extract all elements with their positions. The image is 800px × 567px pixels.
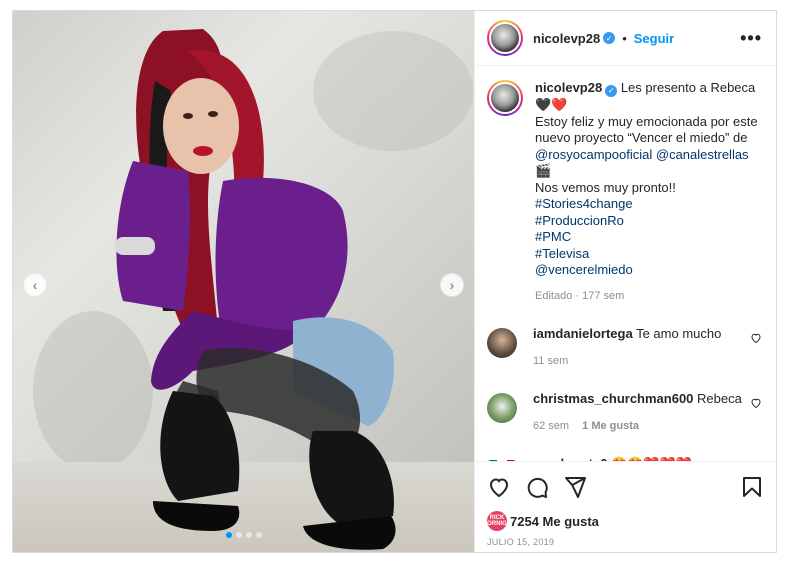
- mention-link[interactable]: @vencerelmiedo: [535, 262, 762, 279]
- comment: renehuerta0 😍😍❤️❤️❤️ hermosa: [487, 456, 762, 461]
- comment: christmas_churchman600 Rebeca 62 sem 1 M…: [487, 391, 762, 434]
- caption-text1: Estoy feliz y muy emocionada por este nu…: [535, 113, 758, 146]
- top-shape: [215, 177, 348, 341]
- mexico-flag-avatar[interactable]: [487, 460, 517, 461]
- avatar[interactable]: [487, 20, 523, 56]
- comment-time: 11 sem: [533, 355, 569, 368]
- avatar[interactable]: [487, 328, 517, 359]
- comment-body: renehuerta0 😍😍❤️❤️❤️ hermosa: [533, 456, 742, 461]
- comment-body: iamdanielortega Te amo mucho 11 sem: [533, 326, 742, 369]
- like-count[interactable]: 7254 Me gusta: [510, 514, 599, 529]
- comment-text: Te amo mucho: [636, 326, 722, 342]
- comment-username[interactable]: renehuerta0: [533, 456, 607, 461]
- caption-text2: Nos vemos muy pronto!!: [535, 179, 676, 195]
- prev-slide-button[interactable]: ‹: [23, 273, 47, 297]
- bookmark-icon[interactable]: [740, 475, 764, 499]
- post-photo: [115, 29, 396, 550]
- comment-body: christmas_churchman600 Rebeca 62 sem 1 M…: [533, 391, 742, 434]
- avatar[interactable]: [487, 80, 523, 116]
- carousel-dot: [255, 532, 262, 538]
- verified-badge-icon: ✓: [603, 32, 616, 44]
- clapper-emoji: 🎬: [535, 163, 552, 179]
- chevron-left-icon: ‹: [32, 277, 38, 293]
- comment: iamdanielortega Te amo mucho 11 sem: [487, 326, 762, 369]
- carousel-dot: [225, 532, 232, 538]
- post-media[interactable]: ‹ ›: [13, 11, 474, 552]
- caption-body: nicolevp28 ✓ Les presento a Rebeca 🖤❤️ Es…: [535, 80, 762, 304]
- post-username[interactable]: nicolevp28: [533, 31, 600, 46]
- boot-shape: [153, 501, 240, 531]
- caption-line1: Les presento a Rebeca: [620, 80, 756, 95]
- likes-row: RICK BORNIGA 7254 Me gusta: [483, 511, 764, 531]
- post-actions-area: RICK BORNIGA 7254 Me gusta JULIO 15, 201…: [475, 461, 776, 552]
- top-shape: [116, 161, 191, 311]
- heart-icon[interactable]: [750, 397, 762, 409]
- comment-text: Rebeca: [697, 391, 742, 407]
- caption: nicolevp28 ✓ Les presento a Rebeca 🖤❤️ Es…: [487, 80, 762, 304]
- comment-time: 62 sem: [533, 420, 570, 433]
- chevron-right-icon: ›: [449, 277, 455, 293]
- carousel-dot: [235, 532, 242, 538]
- caption-timestamp: Editado · 177 sem: [535, 289, 625, 302]
- avatar[interactable]: [487, 393, 517, 424]
- next-slide-button[interactable]: ›: [440, 273, 464, 297]
- post-date: JULIO 15, 2019: [487, 537, 555, 547]
- comment-text: 😍😍❤️❤️❤️: [611, 456, 692, 461]
- heart-icon[interactable]: [487, 475, 511, 499]
- carousel-dots: [13, 532, 474, 538]
- legwarmer-shape: [309, 431, 394, 526]
- share-icon[interactable]: [563, 475, 587, 499]
- comment-meta: 11 sem: [533, 353, 742, 369]
- comment-meta: 62 sem 1 Me gusta: [533, 418, 742, 434]
- hashtag-link[interactable]: #Stories4change: [535, 196, 762, 213]
- hashtag-link[interactable]: #ProduccionRo: [535, 213, 762, 230]
- hashtag-link[interactable]: #Televisa: [535, 246, 762, 263]
- action-bar: [487, 472, 764, 502]
- comment-username[interactable]: iamdanielortega: [533, 326, 633, 341]
- more-options-icon[interactable]: •••: [740, 29, 762, 47]
- comments-section[interactable]: nicolevp28 ✓ Les presento a Rebeca 🖤❤️ Es…: [475, 66, 776, 461]
- mention-link[interactable]: @rosyocampooficial: [535, 147, 652, 162]
- post-panel: nicolevp28 ✓ • Seguir ••• nicolevp28 ✓ Le…: [474, 11, 776, 552]
- comment-username[interactable]: christmas_churchman600: [533, 391, 693, 406]
- hashtag-link[interactable]: #PMC: [535, 229, 762, 246]
- comment-icon[interactable]: [525, 475, 549, 499]
- face-shape: [163, 78, 239, 174]
- instagram-post: ‹ › nicolevp28 ✓ • Seguir ••• nicolevp28…: [12, 10, 777, 553]
- mention-link[interactable]: @canalestrellas: [656, 147, 749, 162]
- follow-button[interactable]: Seguir: [634, 31, 674, 46]
- comment-likes[interactable]: 1 Me gusta: [582, 420, 639, 432]
- header-separator: •: [622, 30, 627, 46]
- carousel-dot: [245, 532, 252, 538]
- heart-icon[interactable]: [750, 332, 762, 344]
- liker-avatar[interactable]: RICK BORNIGA: [483, 511, 511, 531]
- post-header: nicolevp28 ✓ • Seguir •••: [475, 11, 776, 66]
- caption-hearts: 🖤❤️: [535, 97, 568, 113]
- caption-username[interactable]: nicolevp28: [535, 80, 602, 95]
- verified-badge-icon: ✓: [605, 85, 618, 98]
